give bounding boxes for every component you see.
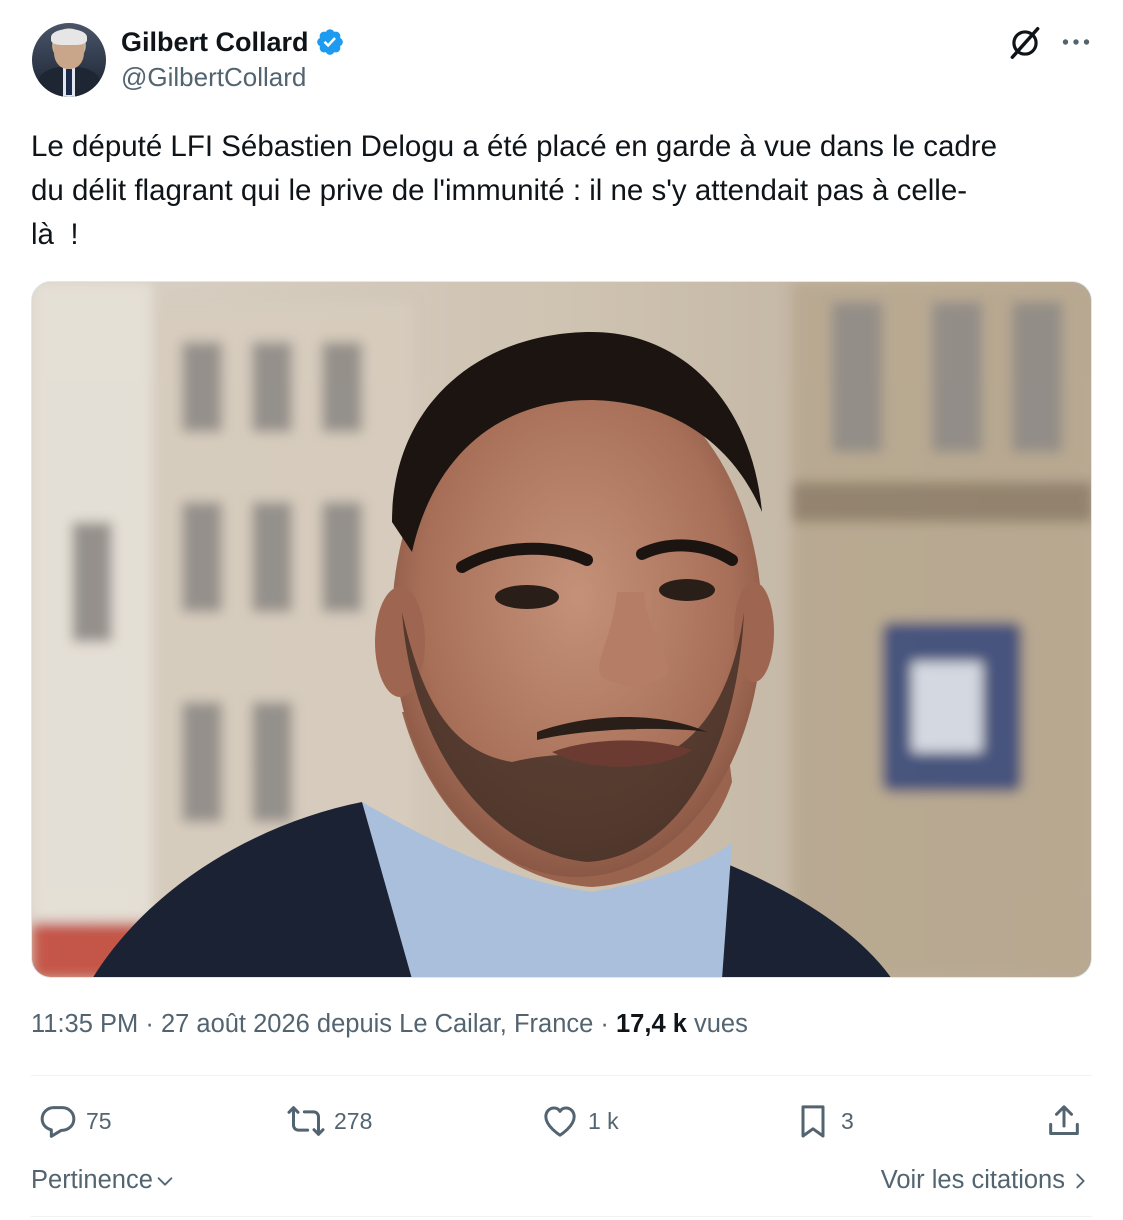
- author-display-name[interactable]: Gilbert Collard: [121, 27, 309, 58]
- bookmark-button[interactable]: 3: [793, 1098, 854, 1144]
- reply-icon: [40, 1106, 76, 1138]
- chevron-down-icon: [157, 1176, 173, 1186]
- divider: [31, 1075, 1092, 1076]
- chevron-right-icon: [1076, 1173, 1085, 1188]
- like-button[interactable]: 1 k: [540, 1098, 619, 1144]
- tweet-time[interactable]: 11:35 PM: [31, 1010, 138, 1038]
- tweet-detail: Gilbert Collard @GilbertCollard Le déput…: [0, 0, 1123, 1220]
- meta-separator: ·: [138, 1010, 161, 1038]
- reply-count: 75: [86, 1107, 112, 1134]
- views-label: vues: [694, 1010, 748, 1038]
- author-handle[interactable]: @GilbertCollard: [121, 62, 306, 93]
- reply-button[interactable]: 75: [38, 1098, 112, 1144]
- retweet-icon: [287, 1106, 325, 1136]
- meta-separator: ·: [593, 1010, 616, 1038]
- divider: [31, 1216, 1092, 1217]
- sort-label: Pertinence: [31, 1166, 153, 1194]
- share-button[interactable]: [1044, 1098, 1084, 1144]
- like-count: 1 k: [588, 1107, 619, 1134]
- avatar[interactable]: [32, 23, 106, 97]
- quotes-label: Voir les citations: [880, 1166, 1065, 1194]
- tweet-date-location[interactable]: 27 août 2026 depuis Le Cailar, France: [161, 1010, 593, 1038]
- author-name-row: Gilbert Collard: [121, 24, 345, 60]
- tweet-text: Le député LFI Sébastien Delogu a été pla…: [31, 130, 997, 251]
- sort-dropdown[interactable]: Pertinence: [31, 1166, 176, 1195]
- share-icon: [1049, 1105, 1079, 1135]
- view-quotes-link[interactable]: Voir les citations: [881, 1166, 1091, 1195]
- retweet-button[interactable]: 278: [286, 1098, 372, 1144]
- retweet-count: 278: [334, 1107, 373, 1134]
- bookmark-count: 3: [841, 1107, 854, 1134]
- tweet-photo[interactable]: [31, 281, 1092, 978]
- views-count: 17,4 k: [616, 1010, 687, 1038]
- bookmark-icon: [801, 1105, 825, 1138]
- heart-icon: [544, 1106, 576, 1137]
- tweet-meta: 11:35 PM · 27 août 2026 depuis Le Cailar…: [31, 1010, 748, 1039]
- more-icon[interactable]: [1058, 24, 1094, 60]
- verified-badge-icon: [316, 29, 343, 55]
- grok-icon[interactable]: [1006, 24, 1044, 62]
